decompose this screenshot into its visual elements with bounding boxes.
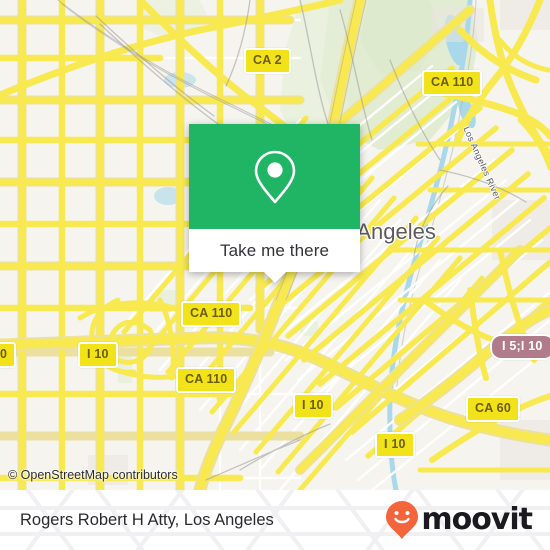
moovit-logo[interactable]: moovit: [385, 490, 533, 550]
road-shield-i10-mid: I 10: [293, 393, 333, 419]
road-shield-i5-i10: I 5;I 10: [490, 334, 550, 360]
road-shield-ca2: CA 2: [244, 48, 291, 74]
popup-icon-panel: [189, 124, 360, 229]
road-shield-i10-southeast: I 10: [375, 432, 415, 458]
road-shield-ca110-ne: CA 110: [422, 70, 483, 96]
popup-action-panel[interactable]: Take me there: [189, 229, 360, 283]
road-shield-i10-west: I 10: [78, 342, 118, 368]
road-shield-ca110-mid: CA 110: [181, 301, 242, 327]
map-attribution[interactable]: © OpenStreetMap contributors: [8, 468, 178, 482]
road-shield-edge-clipped: 0: [0, 342, 17, 368]
take-me-there-label: Take me there: [219, 240, 330, 260]
moovit-map-screen: .land { fill:#f4f2ed; } .blk { fill:#faf…: [0, 0, 550, 550]
road-shield-ca60: CA 60: [466, 396, 520, 422]
moovit-smiley-pin-icon: [386, 501, 419, 539]
road-shield-ca110-south: CA 110: [176, 367, 237, 393]
moovit-wordmark: moovit: [421, 502, 533, 537]
map-canvas[interactable]: .land { fill:#f4f2ed; } .blk { fill:#faf…: [0, 0, 550, 490]
location-pin-icon: [254, 150, 295, 203]
take-me-there-popup[interactable]: Take me there: [189, 124, 360, 283]
footer-bar: Rogers Robert H Atty, Los Angeles moovit: [0, 490, 550, 550]
location-title: Rogers Robert H Atty, Los Angeles: [20, 510, 274, 529]
popup-pointer-tail: [263, 272, 286, 283]
